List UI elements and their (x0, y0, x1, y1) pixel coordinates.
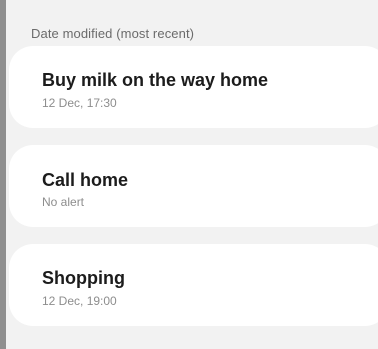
reminder-title: Buy milk on the way home (42, 70, 269, 90)
reminder-card[interactable]: Shopping 12 Dec, 19:00 (9, 244, 378, 326)
reminder-card[interactable]: Call home No alert (9, 145, 378, 227)
reminder-title: Shopping (42, 268, 125, 288)
reminder-alert-time: No alert (42, 195, 85, 209)
reminder-card[interactable]: Buy milk on the way home 12 Dec, 17:30 (9, 46, 378, 128)
sort-order-label[interactable]: Date modified (most recent) (31, 26, 194, 41)
left-edge-divider (0, 0, 6, 349)
reminder-alert-time: 12 Dec, 17:30 (42, 96, 117, 110)
reminder-alert-time: 12 Dec, 19:00 (42, 294, 117, 308)
reminder-title: Call home (42, 170, 129, 190)
